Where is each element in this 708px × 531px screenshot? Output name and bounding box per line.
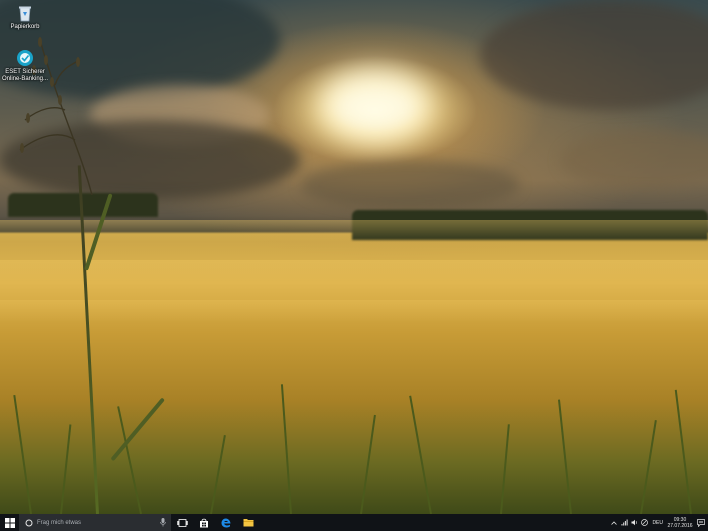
grass-blade bbox=[13, 395, 32, 514]
grass-blade bbox=[500, 424, 510, 514]
windows-logo-icon bbox=[4, 517, 15, 528]
desktop-icon-label: ESET Sicherer Online-Banking... bbox=[1, 69, 49, 82]
desktop-icon-recycle-bin[interactable]: Papierkorb bbox=[0, 4, 53, 31]
desktop-icon-label: Papierkorb bbox=[10, 24, 40, 30]
grass-blade bbox=[280, 384, 292, 514]
grass-blade bbox=[360, 414, 376, 514]
notification-icon bbox=[697, 518, 705, 527]
network-button[interactable] bbox=[619, 514, 629, 531]
task-view-button[interactable] bbox=[171, 514, 193, 531]
store-button[interactable] bbox=[193, 514, 215, 531]
oat-stalk bbox=[77, 165, 99, 514]
grass-blade bbox=[117, 406, 142, 514]
grass-blade bbox=[640, 420, 657, 514]
eset-tray-icon bbox=[641, 519, 648, 526]
clock[interactable]: 09:30 27.07.2016 bbox=[666, 517, 694, 529]
file-explorer-icon bbox=[243, 519, 253, 527]
grass-blade bbox=[674, 389, 692, 514]
cloud bbox=[480, 0, 708, 110]
field-highlight bbox=[0, 260, 708, 282]
taskbar: Frag mich etwas DEU 09:30 27.07.2016 bbox=[0, 514, 708, 531]
field-highlight bbox=[0, 220, 708, 242]
volume-button[interactable] bbox=[629, 514, 639, 531]
sun-glow bbox=[320, 70, 430, 140]
chevron-up-icon bbox=[611, 520, 618, 525]
action-center-button[interactable] bbox=[694, 514, 708, 531]
desktop-wallpaper: Papierkorb ESET Sicherer Online-Banking.… bbox=[0, 0, 708, 514]
edge-button[interactable] bbox=[215, 514, 237, 531]
cortana-search-box[interactable]: Frag mich etwas bbox=[19, 514, 171, 531]
task-view-icon bbox=[176, 518, 188, 527]
microphone-icon[interactable] bbox=[160, 518, 166, 527]
grass-blade bbox=[409, 395, 432, 514]
show-hidden-icons-button[interactable] bbox=[609, 514, 619, 531]
cloud bbox=[300, 160, 520, 210]
input-language[interactable]: DEU bbox=[649, 520, 666, 526]
start-button[interactable] bbox=[0, 514, 19, 531]
desktop-icon-eset-banking[interactable]: ESET Sicherer Online-Banking... bbox=[0, 49, 53, 83]
edge-icon bbox=[221, 518, 231, 527]
grass-blade bbox=[557, 399, 572, 514]
network-icon bbox=[621, 519, 628, 526]
eset-banking-icon bbox=[17, 50, 33, 66]
recycle-bin-icon bbox=[19, 6, 31, 22]
clock-date: 27.07.2016 bbox=[667, 522, 693, 529]
field-highlight bbox=[0, 300, 708, 322]
search-placeholder: Frag mich etwas bbox=[37, 519, 82, 526]
system-tray: DEU 09:30 27.07.2016 bbox=[609, 514, 708, 531]
cloud bbox=[560, 130, 708, 190]
speaker-icon bbox=[631, 519, 637, 526]
eset-tray-button[interactable] bbox=[639, 514, 649, 531]
store-icon bbox=[200, 518, 208, 527]
cortana-circle-icon bbox=[25, 519, 33, 526]
file-explorer-button[interactable] bbox=[237, 514, 259, 531]
grass-blade bbox=[210, 435, 226, 514]
grass-blade bbox=[60, 424, 72, 514]
